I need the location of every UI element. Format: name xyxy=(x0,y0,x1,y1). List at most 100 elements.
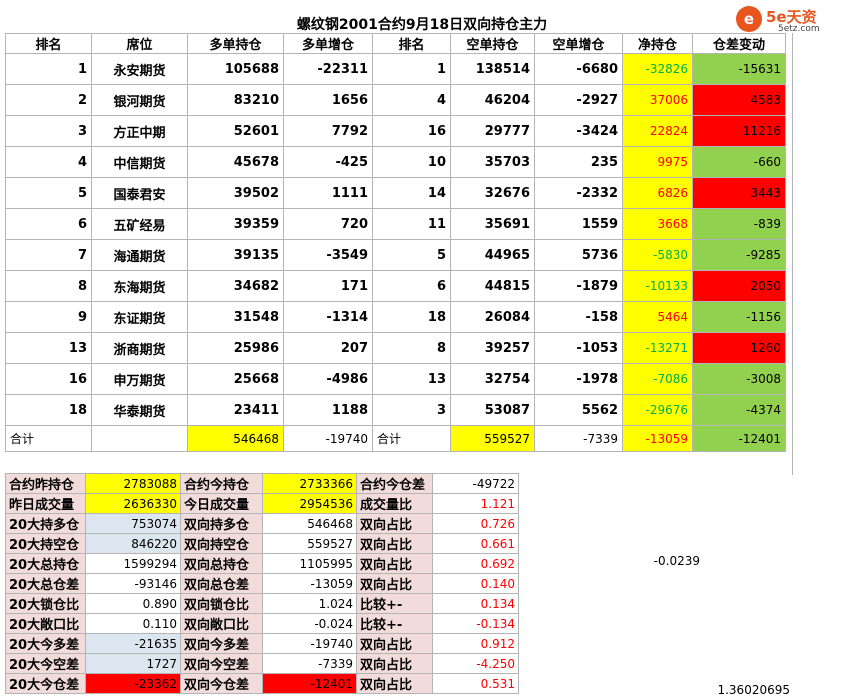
stat-label: 20大持多仓 xyxy=(5,513,86,534)
total-long-chg: -19740 xyxy=(283,425,373,452)
cell-net: 6826 xyxy=(622,177,693,209)
col-header: 排名 xyxy=(372,33,451,54)
total-diff: -12401 xyxy=(692,425,786,452)
cell-long: 52601 xyxy=(187,115,284,147)
cell-long-chg: 1111 xyxy=(283,177,373,209)
column-border xyxy=(792,33,793,475)
cell-long-chg: 1656 xyxy=(283,84,373,116)
stats-row: 20大总持仓 1599294 双向总持仓 1105995 双向占比 0.692 xyxy=(5,553,519,574)
cell-long-chg: 207 xyxy=(283,332,373,364)
brand-logo: e 5e天资 5etz.com xyxy=(736,6,842,36)
cell-net: -7086 xyxy=(622,363,693,395)
stat-label: 20大锁仓比 xyxy=(5,593,86,614)
cell-diff: 1260 xyxy=(692,332,786,364)
stats-row: 20大持空仓 846220 双向持空仓 559527 双向占比 0.661 xyxy=(5,533,519,554)
summary-stats-table: 合约昨持仓 2783088 合约今持仓 2733366 合约今仓差 -49722 昨日成交量… xyxy=(5,473,519,694)
cell-srank: 14 xyxy=(372,177,451,209)
stats-row: 20大今空差 1727 双向今空差 -7339 双向占比 -4.250 xyxy=(5,653,519,674)
cell-name: 银河期货 xyxy=(91,84,188,116)
table-row: 13 浙商期货 25986 207 8 39257 -1053 -13271 1260 xyxy=(5,332,786,364)
cell-short: 32754 xyxy=(450,363,535,395)
stat-value: 1.024 xyxy=(262,593,357,614)
cell-short-chg: -2927 xyxy=(534,84,623,116)
cell-srank: 18 xyxy=(372,301,451,333)
table-row: 18 华泰期货 23411 1188 3 53087 5562 -29676 -4374 xyxy=(5,394,786,426)
col-header: 多单增仓 xyxy=(283,33,373,54)
cell-short: 26084 xyxy=(450,301,535,333)
cell-short: 44965 xyxy=(450,239,535,271)
table-row: 5 国泰君安 39502 1111 14 32676 -2332 6826 3443 xyxy=(5,177,786,209)
cell-rank: 13 xyxy=(5,332,92,364)
stat-label: 双向锁仓比 xyxy=(180,593,263,614)
stats-row: 20大总仓差 -93146 双向总仓差 -13059 双向占比 0.140 xyxy=(5,573,519,594)
cell-long-chg: 171 xyxy=(283,270,373,302)
cell-name: 永安期货 xyxy=(91,53,188,85)
stat-label: 20大今仓差 xyxy=(5,673,86,694)
cell-long-chg: -22311 xyxy=(283,53,373,85)
stat-label: 双向占比 xyxy=(356,533,433,554)
stat-value: -0.024 xyxy=(262,613,357,634)
stat-label: 合约今仓差 xyxy=(356,473,433,494)
cell-rank: 5 xyxy=(5,177,92,209)
cell-name: 华泰期货 xyxy=(91,394,188,426)
cell-short: 46204 xyxy=(450,84,535,116)
stat-label: 20大持空仓 xyxy=(5,533,86,554)
cell-short-chg: -158 xyxy=(534,301,623,333)
stat-value: -13059 xyxy=(262,573,357,594)
cell-name: 方正中期 xyxy=(91,115,188,147)
cell-short-chg: 5736 xyxy=(534,239,623,271)
stat-label: 双向今多差 xyxy=(180,633,263,654)
cell-net: 5464 xyxy=(622,301,693,333)
cell-srank: 4 xyxy=(372,84,451,116)
stat-label: 20大今多差 xyxy=(5,633,86,654)
stat-value: 0.140 xyxy=(432,573,519,594)
cell-short-chg: -3424 xyxy=(534,115,623,147)
stat-label: 双向敞口比 xyxy=(180,613,263,634)
col-header: 多单持仓 xyxy=(187,33,284,54)
cell-diff: 4583 xyxy=(692,84,786,116)
cell-diff: -3008 xyxy=(692,363,786,395)
cell-net: -32826 xyxy=(622,53,693,85)
stat-label: 20大敞口比 xyxy=(5,613,86,634)
total-empty xyxy=(91,425,188,452)
cell-diff: -4374 xyxy=(692,394,786,426)
cell-long-chg: 7792 xyxy=(283,115,373,147)
stat-label: 双向总仓差 xyxy=(180,573,263,594)
cell-long: 83210 xyxy=(187,84,284,116)
cell-short: 138514 xyxy=(450,53,535,85)
stat-value: 1599294 xyxy=(85,553,181,574)
logo-mark: e xyxy=(736,6,762,32)
cell-name: 国泰君安 xyxy=(91,177,188,209)
stat-label: 双向持空仓 xyxy=(180,533,263,554)
cell-long-chg: 720 xyxy=(283,208,373,240)
sheet-title: 螺纹钢2001合约9月18日双向持仓主力 xyxy=(296,17,548,33)
stat-label: 双向总持仓 xyxy=(180,553,263,574)
stat-label: 20大总仓差 xyxy=(5,573,86,594)
col-header: 空单持仓 xyxy=(450,33,535,54)
cell-net: -13271 xyxy=(622,332,693,364)
cell-srank: 8 xyxy=(372,332,451,364)
stat-label: 比较+- xyxy=(356,613,433,634)
table-row: 8 东海期货 34682 171 6 44815 -1879 -10133 2050 xyxy=(5,270,786,302)
stats-row: 昨日成交量 2636330 今日成交量 2954536 成交量比 1.121 xyxy=(5,493,519,514)
cell-net: 9975 xyxy=(622,146,693,178)
col-header: 空单增仓 xyxy=(534,33,623,54)
cell-net: -5830 xyxy=(622,239,693,271)
cell-long: 31548 xyxy=(187,301,284,333)
stat-value: 0.661 xyxy=(432,533,519,554)
cell-long: 39135 xyxy=(187,239,284,271)
stat-value: -0.134 xyxy=(432,613,519,634)
cell-diff: -839 xyxy=(692,208,786,240)
stat-value: 0.890 xyxy=(85,593,181,614)
stats-row: 合约昨持仓 2783088 合约今持仓 2733366 合约今仓差 -49722 xyxy=(5,473,519,494)
cell-long: 39502 xyxy=(187,177,284,209)
cell-srank: 10 xyxy=(372,146,451,178)
total-net: -13059 xyxy=(622,425,693,452)
cell-srank: 5 xyxy=(372,239,451,271)
stat-label: 昨日成交量 xyxy=(5,493,86,514)
stat-value: 0.912 xyxy=(432,633,519,654)
stat-value: -49722 xyxy=(432,473,519,494)
stat-value: 846220 xyxy=(85,533,181,554)
table-row: 16 申万期货 25668 -4986 13 32754 -1978 -7086 -3008 xyxy=(5,363,786,395)
cell-rank: 3 xyxy=(5,115,92,147)
